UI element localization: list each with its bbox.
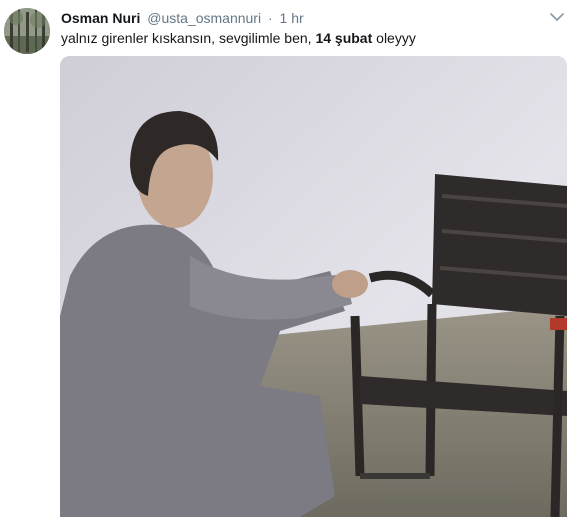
tweet-text-bold: 14 şubat bbox=[315, 30, 373, 46]
author-handle[interactable]: @usta_osmannuri bbox=[147, 10, 261, 26]
video-frame-image bbox=[60, 56, 567, 517]
tweet-card[interactable]: Osman Nuri @usta_osmannuri · 1 hr yalnız… bbox=[0, 0, 575, 517]
tweet-text-part: yalnız girenler kıskansın, sevgilimle be… bbox=[61, 30, 316, 46]
author-avatar[interactable] bbox=[4, 8, 50, 54]
tweet-timestamp[interactable]: 1 hr bbox=[280, 10, 304, 26]
tweet-header: Osman Nuri @usta_osmannuri · 1 hr bbox=[61, 8, 304, 28]
separator-dot: · bbox=[267, 10, 273, 26]
forest-avatar-image bbox=[4, 8, 50, 54]
tweet-text-part: oleyyy bbox=[372, 30, 416, 46]
tweet-text: yalnız girenler kıskansın, sevgilimle be… bbox=[61, 28, 416, 48]
tweet-media-video[interactable] bbox=[60, 56, 567, 517]
chevron-down-icon bbox=[550, 13, 564, 21]
author-name[interactable]: Osman Nuri bbox=[61, 10, 140, 26]
tweet-menu-button[interactable] bbox=[549, 10, 565, 24]
